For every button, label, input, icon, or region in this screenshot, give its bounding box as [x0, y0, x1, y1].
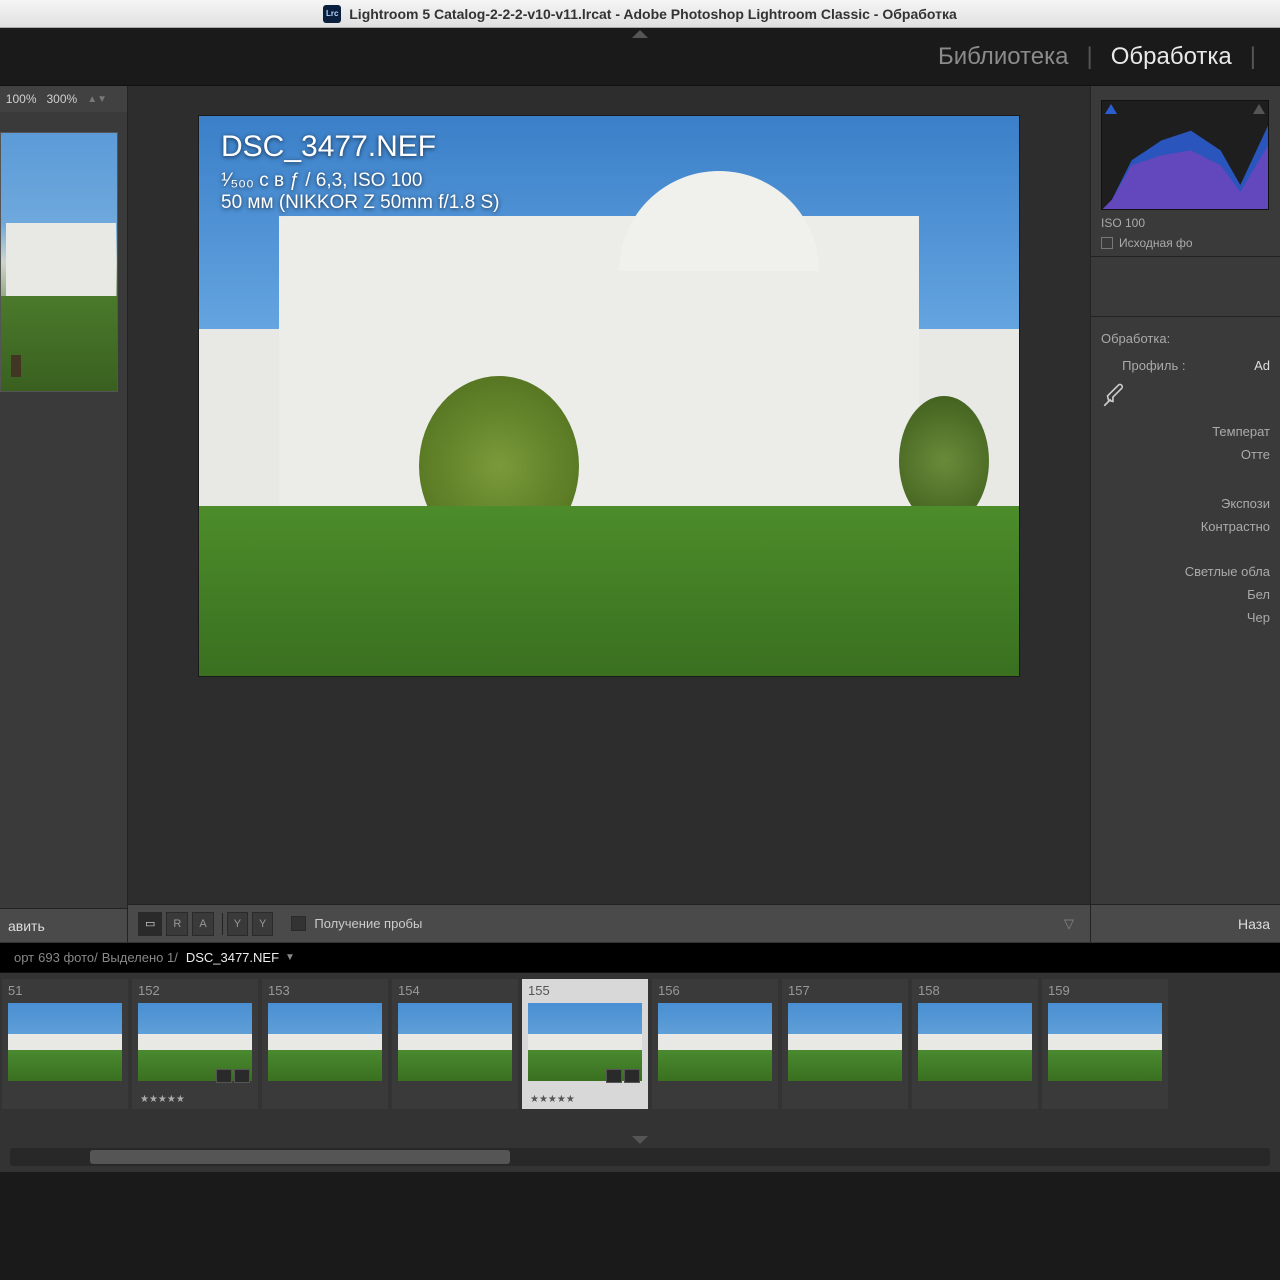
fs-selected: Выделено 1/: [102, 950, 178, 965]
filmstrip-scrollbar[interactable]: [10, 1148, 1270, 1166]
original-photo-label: Исходная фо: [1119, 236, 1193, 250]
crop-badge-icon: [216, 1069, 232, 1083]
thumb-number: 157: [788, 983, 810, 998]
profile-value[interactable]: Ad: [1186, 358, 1271, 373]
photo-info-overlay: DSC_3477.NEF ¹⁄₅₀₀ с в ƒ / 6,3, ISO 100 …: [221, 130, 499, 214]
module-develop[interactable]: Обработка: [1111, 43, 1232, 71]
fs-prefix: орт: [14, 950, 34, 965]
filmstrip: 51 152 153 154 155 156 157 158 159: [0, 972, 1280, 1172]
before-after-r-button[interactable]: R: [166, 912, 188, 936]
crop-badge-icon: [606, 1069, 622, 1083]
thumb-number: 158: [918, 983, 940, 998]
highlights-label: Светлые обла: [1101, 564, 1270, 579]
thumb-155[interactable]: 155: [522, 979, 648, 1109]
thumb-159[interactable]: 159: [1042, 979, 1168, 1109]
thumb-number: 159: [1048, 983, 1070, 998]
center-canvas-area: DSC_3477.NEF ¹⁄₅₀₀ с в ƒ / 6,3, ISO 100 …: [128, 86, 1090, 942]
right-bottom-button[interactable]: Наза: [1091, 904, 1280, 942]
thumb-number: 156: [658, 983, 680, 998]
thumb-number: 51: [8, 983, 22, 998]
thumb-153[interactable]: 153: [262, 979, 388, 1109]
fs-count: 693 фото/: [38, 950, 98, 965]
overlay-exposure: ¹⁄₅₀₀ с в ƒ / 6,3, ISO 100: [221, 170, 499, 192]
window-title: Lightroom 5 Catalog-2-2-2-v10-v11.lrcat …: [349, 6, 956, 22]
toolbar-expand-icon[interactable]: ▽: [1058, 916, 1080, 932]
temperature-label: Температ: [1101, 424, 1270, 439]
module-picker: Библиотека | Обработка |: [0, 28, 1280, 86]
center-toolbar: ▭ R A Y Y Получение пробы ▽: [128, 904, 1090, 942]
fs-dropdown-icon[interactable]: ▼: [285, 952, 295, 963]
main-area: 100% 300% ▲▼ авить DSC_3477.: [0, 86, 1280, 942]
tool-strip: [1091, 256, 1280, 316]
thumb-number: 153: [268, 983, 290, 998]
zoom-stepper-icon[interactable]: ▲▼: [87, 94, 107, 105]
module-separator: |: [1086, 43, 1092, 71]
left-bottom-button[interactable]: авить: [0, 908, 127, 942]
overlay-lens: 50 мм (NIKKOR Z 50mm f/1.8 S): [221, 192, 499, 214]
histogram-panel: ISO 100 Исходная фо: [1091, 86, 1280, 256]
original-photo-checkbox[interactable]: [1101, 237, 1113, 249]
histogram[interactable]: [1101, 100, 1269, 210]
thumb-158[interactable]: 158: [912, 979, 1038, 1109]
filmstrip-info-bar: орт 693 фото/ Выделено 1/ DSC_3477.NEF ▼: [0, 942, 1280, 972]
before-after-y2-button[interactable]: Y: [252, 912, 273, 936]
blacks-label: Чер: [1101, 610, 1270, 625]
thumb-154[interactable]: 154: [392, 979, 518, 1109]
soft-proof-label: Получение пробы: [314, 916, 422, 931]
exposure-label: Экспози: [1101, 496, 1270, 511]
white-balance-eyedropper[interactable]: [1101, 383, 1270, 414]
thumb-157[interactable]: 157: [782, 979, 908, 1109]
thumb-156[interactable]: 156: [652, 979, 778, 1109]
zoom-300[interactable]: 300%: [47, 92, 78, 106]
main-photo[interactable]: DSC_3477.NEF ¹⁄₅₀₀ с в ƒ / 6,3, ISO 100 …: [199, 116, 1019, 676]
collapse-top-icon[interactable]: [632, 30, 648, 38]
photo-canvas[interactable]: DSC_3477.NEF ¹⁄₅₀₀ с в ƒ / 6,3, ISO 100 …: [128, 86, 1090, 904]
thumb-152[interactable]: 152: [132, 979, 258, 1109]
fs-filename: DSC_3477.NEF: [186, 950, 279, 965]
overlay-filename: DSC_3477.NEF: [221, 130, 499, 164]
soft-proof-checkbox[interactable]: [291, 916, 306, 931]
basic-panel: Обработка: Профиль : Ad Температ Отте Эк…: [1091, 316, 1280, 647]
thumb-number: 155: [528, 983, 550, 998]
whites-label: Бел: [1101, 587, 1270, 602]
window-titlebar: Lrc Lightroom 5 Catalog-2-2-2-v10-v11.lr…: [0, 0, 1280, 28]
navigator-thumbnail[interactable]: [0, 132, 127, 392]
tint-label: Отте: [1101, 447, 1270, 462]
zoom-bar: 100% 300% ▲▼: [0, 86, 127, 112]
zoom-100[interactable]: 100%: [6, 92, 37, 106]
left-panel: 100% 300% ▲▼ авить: [0, 86, 128, 942]
collapse-bottom-icon[interactable]: [632, 1136, 648, 1144]
app-icon: Lrc: [323, 5, 341, 23]
histogram-iso-label: ISO 100: [1101, 216, 1270, 230]
profile-row[interactable]: Профиль : Ad: [1101, 358, 1270, 373]
scrollbar-handle[interactable]: [90, 1150, 510, 1164]
edit-badge-icon: [624, 1069, 640, 1083]
module-library[interactable]: Библиотека: [938, 43, 1069, 71]
thumb-number: 152: [138, 983, 160, 998]
develop-heading: Обработка:: [1101, 331, 1270, 346]
right-panel: ISO 100 Исходная фо Обработка: Профиль :…: [1090, 86, 1280, 942]
profile-label: Профиль :: [1101, 358, 1186, 373]
toolbar-divider: [222, 913, 223, 935]
thumb-number: 154: [398, 983, 420, 998]
module-separator: |: [1250, 43, 1256, 71]
thumb-51[interactable]: 51: [2, 979, 128, 1109]
before-after-y1-button[interactable]: Y: [227, 912, 248, 936]
contrast-label: Контрастно: [1101, 519, 1270, 534]
before-after-a-button[interactable]: A: [192, 912, 213, 936]
loupe-view-button[interactable]: ▭: [138, 912, 162, 936]
edit-badge-icon: [234, 1069, 250, 1083]
